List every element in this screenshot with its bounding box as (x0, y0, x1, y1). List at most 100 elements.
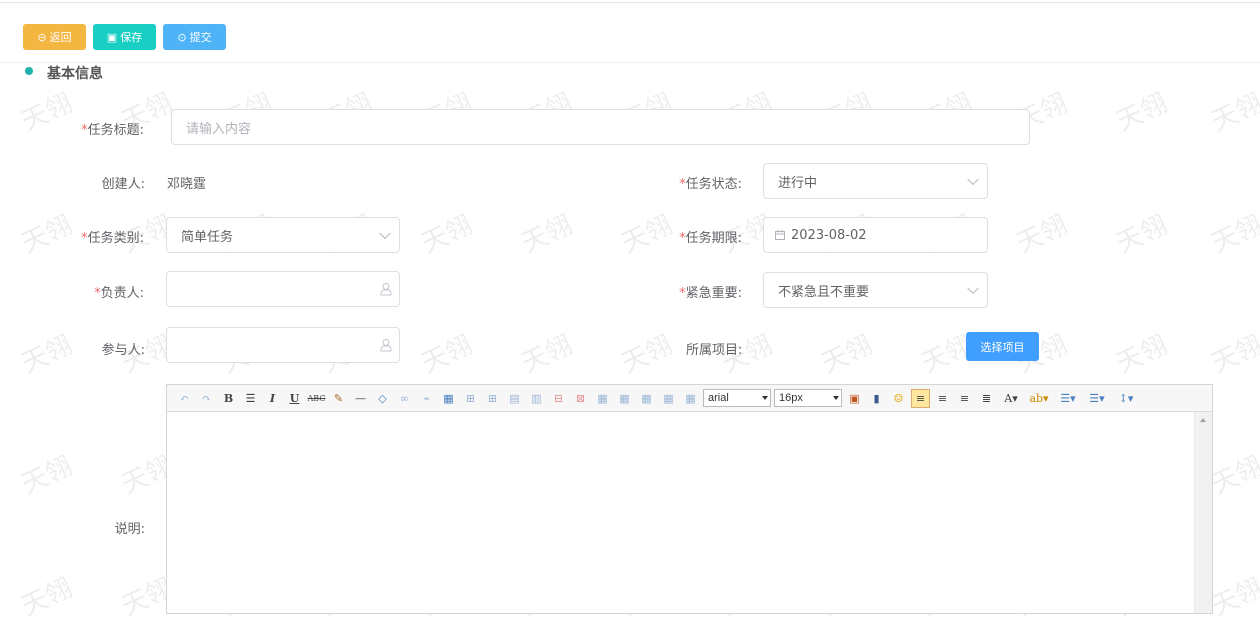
chevron-down-icon (967, 282, 979, 295)
owner-input[interactable] (166, 271, 400, 307)
task-type-value: 简单任务 (181, 229, 234, 245)
owner-label: *负责人: (94, 286, 144, 301)
task-status-label: *任务状态: (679, 177, 742, 192)
back-button[interactable]: ⊝ 返回 (23, 24, 86, 50)
watermark-text: 天翎 (17, 330, 77, 380)
split-cells-icon[interactable]: ▥ (527, 389, 546, 408)
watermark-text: 天翎 (17, 573, 77, 623)
header-divider (0, 62, 1260, 63)
eraser-icon[interactable]: ◇ (373, 389, 392, 408)
table-icon-4[interactable]: ▦ (637, 389, 656, 408)
bold-icon[interactable]: B (219, 389, 238, 408)
image-icon[interactable]: ▣ (845, 389, 864, 408)
watermark-text: 天翎 (1207, 210, 1260, 260)
deadline-date-picker[interactable]: 2023-08-02 (763, 217, 988, 253)
watermark-text: 天翎 (517, 210, 577, 260)
align-right-icon[interactable]: ≡ (955, 389, 974, 408)
table-icon[interactable]: ▦ (439, 389, 458, 408)
watermark-text: 天翎 (17, 210, 77, 260)
insert-col-icon[interactable]: ⊞ (483, 389, 502, 408)
submit-icon: ⊙ (177, 30, 187, 44)
delete-col-icon[interactable]: ⊠ (571, 389, 590, 408)
description-label: 说明: (114, 522, 145, 537)
chevron-down-icon (379, 227, 391, 240)
save-label: 保存 (120, 31, 143, 44)
italic-icon[interactable]: I (263, 389, 282, 408)
watermark-text: 天翎 (817, 330, 877, 380)
font-family-select[interactable]: arial (703, 389, 771, 407)
watermark-text: 天翎 (1112, 210, 1172, 260)
watermark-text: 天翎 (417, 330, 477, 380)
watermark-text: 天翎 (1112, 330, 1172, 380)
editor-body[interactable] (167, 412, 1195, 613)
table-icon-5[interactable]: ▦ (659, 389, 678, 408)
redo-icon[interactable]: ↷ (197, 389, 216, 408)
creator-label: 创建人: (101, 177, 145, 192)
choose-project-button[interactable]: 选择项目 (966, 332, 1039, 361)
format-brush-icon[interactable]: ✎ (329, 389, 348, 408)
table-icon-3[interactable]: ▦ (615, 389, 634, 408)
watermark-text: 天翎 (17, 451, 77, 501)
watermark-text: 天翎 (1207, 330, 1260, 380)
save-icon: ▣ (106, 30, 118, 44)
priority-select[interactable]: 不紧急且不重要 (763, 272, 988, 308)
user-icon (380, 283, 392, 296)
task-status-select[interactable]: 进行中 (763, 163, 988, 199)
section-dot-icon (25, 67, 33, 75)
delete-row-icon[interactable]: ⊟ (549, 389, 568, 408)
watermark-text: 天翎 (617, 210, 677, 260)
ordered-list-icon[interactable]: ☰▾ (1055, 389, 1081, 408)
editor-scrollbar[interactable] (1194, 412, 1212, 613)
watermark-text: 天翎 (517, 330, 577, 380)
user-icon (380, 339, 392, 352)
unordered-list-icon[interactable]: ☰▾ (1084, 389, 1110, 408)
task-title-input[interactable]: 请输入内容 (171, 109, 1030, 145)
calendar-icon (775, 230, 785, 240)
priority-value: 不紧急且不重要 (778, 284, 870, 300)
link-icon[interactable]: ∞ (395, 389, 414, 408)
align-left-icon[interactable]: ≡ (911, 388, 930, 408)
submit-button[interactable]: ⊙ 提交 (163, 24, 226, 50)
project-label: 所属项目: (686, 343, 743, 358)
task-title-placeholder: 请输入内容 (186, 121, 252, 137)
unlink-icon[interactable]: ⌁ (417, 389, 436, 408)
horizontal-rule-icon[interactable]: — (351, 389, 370, 408)
watermark-text: 天翎 (1112, 88, 1172, 138)
justify-icon[interactable]: ≣ (977, 389, 996, 408)
watermark-text: 天翎 (1012, 210, 1072, 260)
line-height-icon[interactable]: ↕▾ (1113, 389, 1139, 408)
font-family-value: arial (708, 392, 729, 404)
creator-value: 邓晓霆 (167, 177, 207, 192)
deadline-label: *任务期限: (679, 231, 742, 246)
merge-cells-icon[interactable]: ▤ (505, 389, 524, 408)
caret-down-icon (762, 396, 768, 400)
font-color-icon[interactable]: A▾ (999, 389, 1023, 408)
table-icon-6[interactable]: ▦ (681, 389, 700, 408)
back-label: 返回 (49, 31, 72, 44)
emoji-icon[interactable]: ☺ (889, 389, 908, 408)
align-center-icon[interactable]: ≡ (933, 389, 952, 408)
participants-input[interactable] (166, 327, 400, 363)
task-type-label: *任务类别: (81, 231, 144, 246)
back-icon: ⊝ (37, 30, 47, 44)
watermark-text: 天翎 (417, 210, 477, 260)
table-icon-2[interactable]: ▦ (593, 389, 612, 408)
section-title: 基本信息 (47, 66, 103, 82)
underline-icon[interactable]: U (285, 389, 304, 408)
editor-toolbar: ↶ ↷ B ☰ I U ABC ✎ — ◇ ∞ ⌁ ▦ ⊞ ⊞ ▤ ▥ ⊟ ⊠ … (167, 385, 1212, 412)
chevron-down-icon (967, 173, 979, 186)
save-button[interactable]: ▣ 保存 (93, 24, 156, 50)
scroll-up-arrow-icon[interactable] (1200, 418, 1206, 422)
rich-text-editor[interactable]: ↶ ↷ B ☰ I U ABC ✎ — ◇ ∞ ⌁ ▦ ⊞ ⊞ ▤ ▥ ⊟ ⊠ … (166, 384, 1213, 614)
insert-row-icon[interactable]: ⊞ (461, 389, 480, 408)
font-size-select[interactable]: 16px (774, 389, 842, 407)
abc-icon[interactable]: ABC (307, 389, 326, 408)
caret-down-icon (833, 396, 839, 400)
watermark-text: 天翎 (17, 88, 77, 138)
highlight-icon[interactable]: ab▾ (1026, 389, 1052, 408)
task-type-select[interactable]: 简单任务 (166, 217, 400, 253)
submit-label: 提交 (189, 31, 212, 44)
undo-icon[interactable]: ↶ (175, 389, 194, 408)
strikethrough-box-icon[interactable]: ☰ (241, 389, 260, 408)
video-icon[interactable]: ▮ (867, 389, 886, 408)
